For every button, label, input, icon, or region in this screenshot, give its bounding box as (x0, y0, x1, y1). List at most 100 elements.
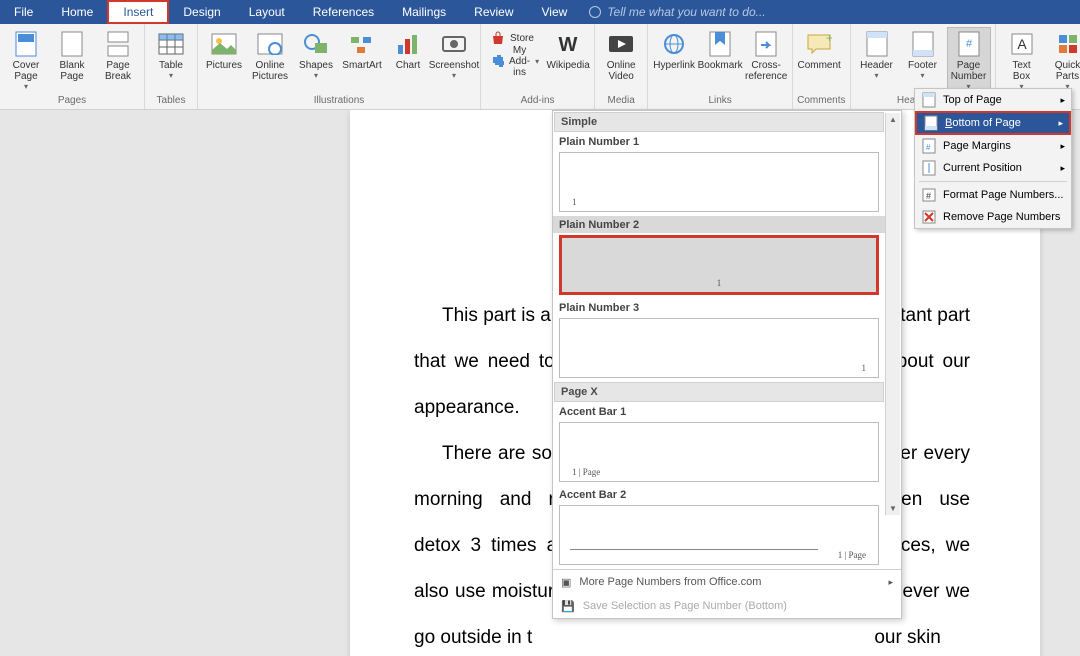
comment-button[interactable]: +Comment (797, 27, 841, 72)
current-position-icon (921, 160, 937, 176)
svg-text:#: # (926, 143, 931, 152)
svg-text:W: W (559, 34, 578, 55)
menu-bar: File Home Insert Design Layout Reference… (0, 0, 1080, 24)
menu-page-margins[interactable]: #Page Margins▸ (915, 135, 1071, 157)
page-break-button[interactable]: PageBreak (96, 27, 140, 92)
group-links: Hyperlink Bookmark Cross-reference Links (648, 24, 793, 109)
gallery-footer: ▣More Page Numbers from Office.com▸ 💾Sav… (553, 569, 901, 618)
tell-me-search[interactable]: Tell me what you want to do... (581, 0, 1080, 24)
page-number-menu: Top of Page▸ Bottom of Page▸ #Page Margi… (914, 88, 1072, 229)
menu-top-of-page[interactable]: Top of Page▸ (915, 89, 1071, 111)
pictures-button[interactable]: Pictures (202, 27, 246, 83)
group-illustrations: Pictures OnlinePictures Shapes▾ SmartArt… (198, 24, 481, 109)
gallery-item-plain2[interactable]: 1 (559, 235, 879, 295)
gallery-save-selection: 💾Save Selection as Page Number (Bottom) (553, 594, 901, 618)
page-number-gallery: Simple Plain Number 1 1 Plain Number 2 1… (552, 110, 902, 619)
tab-design[interactable]: Design (169, 0, 234, 24)
tab-insert[interactable]: Insert (107, 0, 169, 24)
footer-icon (909, 30, 937, 58)
store-icon (490, 30, 506, 46)
smartart-icon (348, 30, 376, 58)
cover-page-icon (12, 30, 40, 58)
shapes-button[interactable]: Shapes▾ (294, 27, 338, 83)
group-addins-label: Add-ins (485, 93, 590, 108)
tab-mailings[interactable]: Mailings (388, 0, 460, 24)
blank-page-button[interactable]: BlankPage (50, 27, 94, 92)
gallery-item-accent2-label: Accent Bar 2 (553, 486, 885, 503)
bookmark-icon (706, 30, 734, 58)
menu-format-page-numbers[interactable]: #Format Page Numbers... (915, 184, 1071, 206)
gallery-item-plain2-label: Plain Number 2 (553, 216, 885, 233)
remove-page-numbers-icon (921, 209, 937, 225)
tab-references[interactable]: References (299, 0, 388, 24)
hyperlink-button[interactable]: Hyperlink (652, 27, 696, 83)
page-break-icon (104, 30, 132, 58)
group-pages: CoverPage▾ BlankPage PageBreak Pages (0, 24, 145, 109)
wikipedia-icon: W (554, 30, 582, 58)
header-button[interactable]: Header▾ (855, 27, 899, 92)
wikipedia-button[interactable]: WWikipedia (546, 27, 590, 72)
tab-review[interactable]: Review (460, 0, 527, 24)
cross-reference-button[interactable]: Cross-reference (744, 27, 788, 83)
gallery-scrollbar[interactable]: ▲▼ (885, 113, 900, 515)
online-video-button[interactable]: OnlineVideo (599, 27, 643, 83)
scroll-up-icon[interactable]: ▲ (889, 115, 897, 124)
group-pages-label: Pages (4, 93, 140, 108)
smartart-button[interactable]: SmartArt (340, 27, 384, 83)
svg-text:A: A (1017, 36, 1027, 52)
menu-separator (919, 181, 1067, 182)
quick-parts-button[interactable]: QuickParts▾ (1046, 27, 1080, 92)
cross-reference-icon (752, 30, 780, 58)
chart-icon (394, 30, 422, 58)
group-media: OnlineVideo Media (595, 24, 648, 109)
shapes-icon (302, 30, 330, 58)
my-addins-icon (490, 53, 504, 69)
gallery-item-accent1[interactable]: 1 | Page (559, 422, 879, 482)
office-icon: ▣ (561, 576, 571, 589)
group-media-label: Media (599, 93, 643, 108)
blank-page-icon (58, 30, 86, 58)
tell-me-placeholder: Tell me what you want to do... (607, 5, 765, 19)
menu-bottom-of-page[interactable]: Bottom of Page▸ (915, 111, 1071, 135)
page-number-button[interactable]: #PageNumber▾ (947, 27, 991, 92)
table-icon (157, 30, 185, 58)
tab-home[interactable]: Home (47, 0, 107, 24)
gallery-item-accent1-label: Accent Bar 1 (553, 403, 885, 420)
online-video-icon (607, 30, 635, 58)
footer-button[interactable]: Footer▾ (901, 27, 945, 92)
group-links-label: Links (652, 93, 788, 108)
group-illustrations-label: Illustrations (202, 93, 476, 108)
menu-current-position[interactable]: Current Position▸ (915, 157, 1071, 179)
gallery-item-plain1[interactable]: 1 (559, 152, 879, 212)
page-margins-icon: # (921, 138, 937, 154)
svg-text:#: # (965, 38, 972, 50)
tab-view[interactable]: View (528, 0, 582, 24)
tab-file[interactable]: File (0, 0, 47, 24)
gallery-section-simple: Simple (554, 112, 884, 132)
text-box-button[interactable]: ATextBox▾ (1000, 27, 1044, 92)
online-pictures-button[interactable]: OnlinePictures (248, 27, 292, 83)
table-button[interactable]: Table▾ (149, 27, 193, 81)
gallery-item-plain3[interactable]: 1 (559, 318, 879, 378)
screenshot-button[interactable]: Screenshot▾ (432, 27, 476, 83)
quick-parts-icon (1054, 30, 1080, 58)
my-addins-button[interactable]: My Add-ins▾ (485, 50, 544, 72)
cover-page-button[interactable]: CoverPage▾ (4, 27, 48, 92)
group-addins: Store My Add-ins▾ WWikipedia Add-ins (481, 24, 595, 109)
comment-icon: + (805, 30, 833, 58)
gallery-section-pagex: Page X (554, 382, 884, 402)
online-pictures-icon (256, 30, 284, 58)
group-tables: Table▾ Tables (145, 24, 198, 109)
gallery-more-from-office[interactable]: ▣More Page Numbers from Office.com▸ (553, 570, 901, 594)
gallery-item-plain1-label: Plain Number 1 (553, 133, 885, 150)
bookmark-button[interactable]: Bookmark (698, 27, 742, 83)
gallery-item-accent2[interactable]: 1 | Page (559, 505, 879, 565)
screenshot-icon (440, 30, 468, 58)
scroll-down-icon[interactable]: ▼ (889, 504, 897, 513)
tab-layout[interactable]: Layout (235, 0, 299, 24)
menu-remove-page-numbers[interactable]: Remove Page Numbers (915, 206, 1071, 228)
hyperlink-icon (660, 30, 688, 58)
chart-button[interactable]: Chart (386, 27, 430, 83)
gallery-item-plain3-label: Plain Number 3 (553, 299, 885, 316)
bottom-of-page-icon (923, 115, 939, 131)
